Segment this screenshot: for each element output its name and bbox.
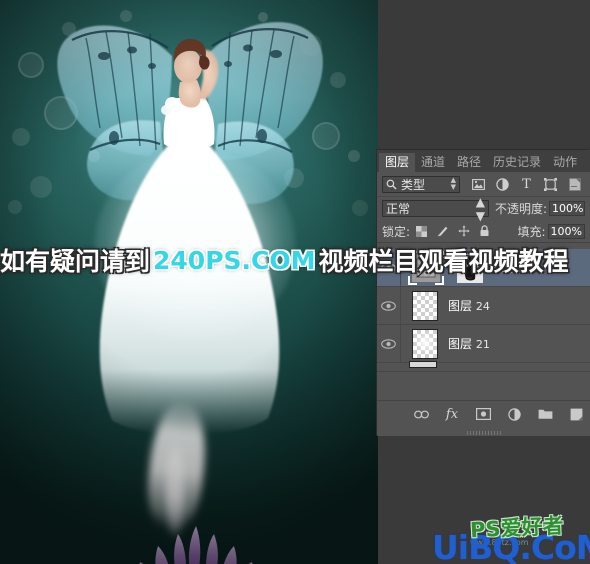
layer-thumbnails[interactable] xyxy=(401,290,438,321)
eye-icon xyxy=(381,338,396,349)
filter-smart-object-icon[interactable] xyxy=(567,177,582,192)
layer-thumbnail[interactable] xyxy=(412,290,438,321)
layer-row[interactable]: 图层 21 xyxy=(377,325,590,363)
layer-style-fx-button[interactable]: fx xyxy=(444,406,460,422)
layer-thumbnails[interactable] xyxy=(401,328,438,359)
filter-adjustment-icon[interactable] xyxy=(495,177,510,192)
image-canvas[interactable] xyxy=(0,0,378,564)
layer-name-number: 21 xyxy=(475,338,490,351)
app-root: 如有疑问请到 240PS.COM 视频栏目观看视频教程 PS爱好者 www.88… xyxy=(0,0,590,564)
layer-thumbnail-partial xyxy=(409,361,437,368)
watermark-banner: 如有疑问请到 240PS.COM 视频栏目观看视频教程 xyxy=(0,243,590,277)
lock-all-icon[interactable] xyxy=(478,225,491,238)
layer-name-number: 24 xyxy=(475,300,490,313)
fill-label: 填充: xyxy=(517,224,546,239)
filter-icon-group[interactable]: T xyxy=(471,177,582,192)
tab-actions[interactable]: 动作 xyxy=(547,153,583,172)
chevron-updown-icon: ▲ ▼ xyxy=(475,194,485,223)
filter-type-select[interactable]: 类型 ▲ ▼ xyxy=(382,175,460,193)
layer-name-text: 图层 xyxy=(448,299,473,313)
filter-type-text-icon[interactable]: T xyxy=(519,177,534,192)
new-adjustment-layer-button[interactable] xyxy=(506,406,522,422)
filter-type-label: 类型 xyxy=(401,177,426,192)
blend-mode-row[interactable]: 正常 ▲ ▼ 不透明度: 100% xyxy=(377,195,590,223)
eye-icon xyxy=(381,300,396,311)
ps-fans-logo: PS爱好者 xyxy=(469,513,565,543)
lock-icon-group[interactable] xyxy=(415,225,491,238)
layers-panel[interactable]: 图层 通道 路径 历史记录 动作 类型 ▲ ▼ T 正常 ▲ ▼ 不透明度: 1… xyxy=(377,150,590,436)
new-group-button[interactable] xyxy=(537,406,553,422)
watermark-brand: 240PS.COM xyxy=(153,245,316,275)
blend-mode-select[interactable]: 正常 ▲ ▼ xyxy=(382,195,489,223)
tab-layers[interactable]: 图层 xyxy=(379,153,416,172)
lock-image-pixels-icon[interactable] xyxy=(436,225,449,238)
layer-visibility-toggle[interactable] xyxy=(377,325,401,362)
fill-value[interactable]: 100% xyxy=(547,223,585,239)
lock-label: 锁定: xyxy=(382,224,411,239)
filter-pixel-icon[interactable] xyxy=(471,177,486,192)
layer-name-text: 图层 xyxy=(448,337,473,351)
tab-channels[interactable]: 通道 xyxy=(415,153,451,172)
opacity-label: 不透明度: xyxy=(494,202,547,216)
canvas-vignette xyxy=(0,0,378,564)
lock-transparent-pixels-icon[interactable] xyxy=(415,225,428,238)
magnifier-icon xyxy=(386,179,397,190)
lock-row[interactable]: 锁定: 填充: 100% xyxy=(377,220,590,243)
lock-position-icon[interactable] xyxy=(457,225,470,238)
tab-paths[interactable]: 路径 xyxy=(451,153,487,172)
panel-resize-gripper[interactable] xyxy=(466,431,501,435)
layer-row-partial-bottom[interactable] xyxy=(377,361,590,372)
watermark-suffix: 视频栏目观看视频教程 xyxy=(318,247,569,276)
panel-tab-bar[interactable]: 图层 通道 路径 历史记录 动作 xyxy=(377,153,590,172)
link-layers-button[interactable] xyxy=(413,406,429,422)
layer-row[interactable]: 图层 24 xyxy=(377,287,590,325)
layer-thumbnail[interactable] xyxy=(412,328,438,359)
layer-visibility-toggle[interactable] xyxy=(377,287,401,324)
watermark-prefix: 如有疑问请到 xyxy=(0,247,151,276)
chevron-updown-icon: ▲ ▼ xyxy=(450,176,456,191)
layers-panel-footer[interactable]: fx xyxy=(377,400,590,435)
tab-history[interactable]: 历史记录 xyxy=(487,153,547,172)
opacity-value[interactable]: 100% xyxy=(549,201,585,216)
layer-name[interactable]: 图层 21 xyxy=(448,335,490,352)
new-layer-button[interactable] xyxy=(568,406,584,422)
layer-name[interactable]: 图层 24 xyxy=(448,297,490,314)
add-layer-mask-button[interactable] xyxy=(475,406,491,422)
layer-filter-row[interactable]: 类型 ▲ ▼ T xyxy=(377,172,590,197)
filter-shape-icon[interactable] xyxy=(543,177,558,192)
blend-mode-value: 正常 xyxy=(386,202,411,216)
